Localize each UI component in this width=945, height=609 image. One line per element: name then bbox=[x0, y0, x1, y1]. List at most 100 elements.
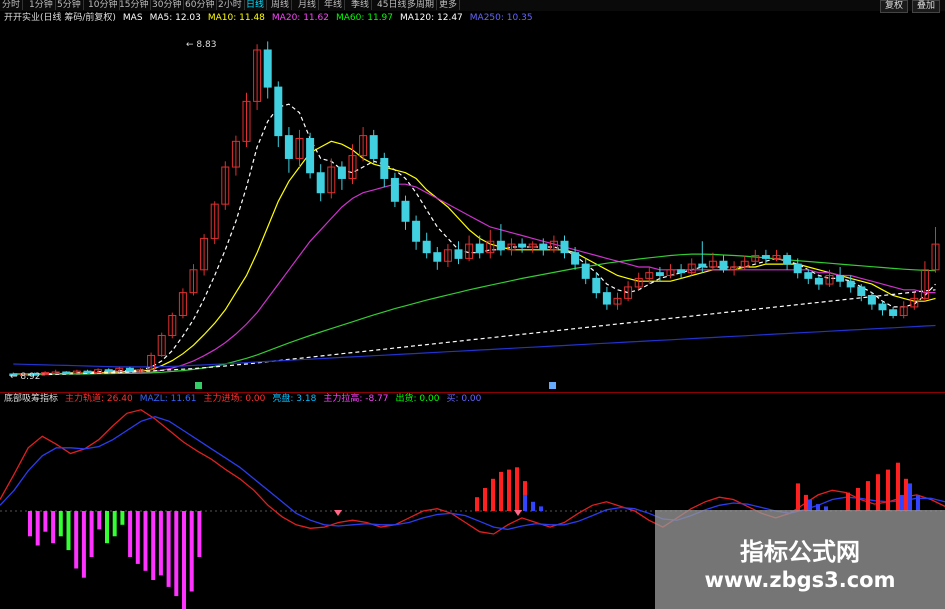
hist-bar-magenta bbox=[174, 511, 179, 597]
main_legend-item: MA20: 11.62 bbox=[271, 13, 329, 23]
hist-bar-magenta bbox=[182, 511, 186, 609]
tab-4[interactable]: 15分钟 bbox=[117, 0, 152, 10]
candle-body bbox=[274, 86, 283, 137]
ma-line-ma250 bbox=[13, 324, 936, 368]
candle-body bbox=[369, 135, 378, 159]
hist-bar-green bbox=[120, 511, 125, 525]
hist-bar-magenta bbox=[143, 511, 148, 571]
chart-type-label: MAS bbox=[122, 13, 143, 23]
hist-bar-magenta bbox=[43, 511, 48, 532]
candle-body bbox=[390, 177, 399, 202]
tab-8[interactable]: 日线 bbox=[244, 0, 268, 10]
candle-body bbox=[316, 172, 325, 194]
watermark: 指标公式网 www.zbgs3.com bbox=[655, 510, 945, 609]
tab-5[interactable]: 30分钟 bbox=[150, 0, 185, 10]
low-price-label: ← 8.92 bbox=[10, 372, 41, 382]
candle-body bbox=[719, 260, 728, 271]
hist-bar-blue bbox=[531, 501, 535, 511]
hist-bar-blue bbox=[523, 494, 527, 511]
candle-body bbox=[496, 240, 505, 251]
tab-9[interactable]: 周线 bbox=[269, 0, 293, 10]
candle-body bbox=[889, 309, 898, 316]
tab-15[interactable]: 更多 bbox=[437, 0, 461, 10]
hist-bar-magenta bbox=[89, 511, 94, 557]
candle-body bbox=[878, 303, 887, 311]
candle-body bbox=[62, 371, 71, 375]
right-button-1[interactable]: 叠加 bbox=[912, 0, 941, 13]
main_legend-item: MA120: 12.47 bbox=[400, 13, 463, 23]
candle-body bbox=[433, 252, 442, 262]
tab-10[interactable]: 月线 bbox=[296, 0, 320, 10]
sub_legend-item: 主力进场: 0.00 bbox=[203, 394, 266, 404]
candle-body bbox=[592, 277, 601, 294]
hist-bar-magenta bbox=[28, 511, 32, 537]
candle-body bbox=[83, 370, 92, 374]
tab-1[interactable]: 1分钟 bbox=[27, 0, 56, 10]
candle-body bbox=[306, 137, 315, 174]
sub_legend-item: 亮盘: 3.18 bbox=[272, 394, 317, 404]
hist-bar-red bbox=[491, 478, 495, 511]
tab-11[interactable]: 年线 bbox=[322, 0, 346, 10]
hist-bar-green bbox=[112, 511, 117, 537]
hist-bar-green bbox=[105, 511, 109, 544]
hist-bar-red bbox=[896, 462, 900, 511]
main_legend-title: 开开实业(日线 筹码/前复权) bbox=[4, 13, 116, 23]
candle-body bbox=[783, 255, 792, 265]
hist-bar-red bbox=[475, 497, 479, 511]
signal-marker-green bbox=[195, 382, 202, 389]
hist-bar-magenta bbox=[74, 511, 79, 569]
candle-body bbox=[581, 263, 590, 279]
main_legend-item: MA60: 11.97 bbox=[335, 13, 394, 23]
signal-marker-blue bbox=[549, 382, 556, 389]
candle-body bbox=[284, 135, 293, 159]
hist-bar-red bbox=[866, 481, 870, 511]
hist-bar-magenta bbox=[51, 511, 56, 544]
candlestick-chart[interactable] bbox=[0, 24, 945, 392]
tab-14[interactable]: 多周期 bbox=[405, 0, 438, 10]
hist-bar-red bbox=[483, 488, 487, 511]
hist-bar-red bbox=[515, 467, 519, 511]
tab-3[interactable]: 10分钟 bbox=[86, 0, 121, 10]
candle-body bbox=[539, 243, 548, 251]
candle-body bbox=[867, 295, 876, 305]
hist-bar-red bbox=[499, 471, 503, 511]
signal-arrow bbox=[514, 510, 522, 516]
hist-bar-magenta bbox=[197, 511, 202, 557]
right-button-0[interactable]: 复权 bbox=[880, 0, 909, 13]
candle-body bbox=[761, 255, 770, 259]
candle-body bbox=[454, 249, 463, 259]
tab-2[interactable]: 5分钟 bbox=[55, 0, 84, 10]
tab-12[interactable]: 季线 bbox=[349, 0, 373, 10]
candle-body bbox=[602, 292, 611, 305]
hist-bar-magenta bbox=[151, 511, 156, 580]
candle-body bbox=[836, 275, 845, 282]
sub_legend-title: 底部吸筹指标 bbox=[4, 394, 59, 404]
candle-body bbox=[125, 367, 134, 372]
high-price-label: ← 8.83 bbox=[186, 40, 217, 50]
hist-bar-red bbox=[804, 494, 808, 511]
candle-body bbox=[846, 280, 855, 288]
candle-body bbox=[422, 240, 431, 254]
hist-bar-red bbox=[904, 478, 908, 511]
candle-body bbox=[814, 277, 823, 285]
sub_legend-item: MAZL: 11.61 bbox=[139, 394, 197, 404]
hist-bar-blue bbox=[908, 483, 912, 511]
watermark-title: 指标公式网 bbox=[740, 538, 860, 566]
main_legend-item: MA250: 10.35 bbox=[469, 13, 533, 23]
hist-bar-green bbox=[66, 511, 71, 551]
ma-line-ma20 bbox=[13, 183, 936, 375]
tab-6[interactable]: 60分钟 bbox=[183, 0, 218, 10]
tab-0[interactable]: 分时 bbox=[0, 0, 24, 10]
hist-bar-red bbox=[876, 474, 880, 511]
sub_legend-item: 出货: 0.00 bbox=[395, 394, 440, 404]
sub_legend-item: 主力拉高: -8.77 bbox=[323, 394, 389, 404]
hist-bar-blue bbox=[916, 494, 920, 511]
candle-body bbox=[104, 369, 113, 372]
hist-bar-magenta bbox=[35, 511, 40, 546]
candle-body bbox=[337, 166, 346, 179]
candle-body bbox=[380, 157, 389, 179]
hist-bar-red bbox=[507, 469, 511, 511]
main_legend-item: MA10: 11.48 bbox=[207, 13, 265, 23]
tab-7[interactable]: 2小时 bbox=[216, 0, 245, 10]
candle-body bbox=[412, 220, 421, 242]
